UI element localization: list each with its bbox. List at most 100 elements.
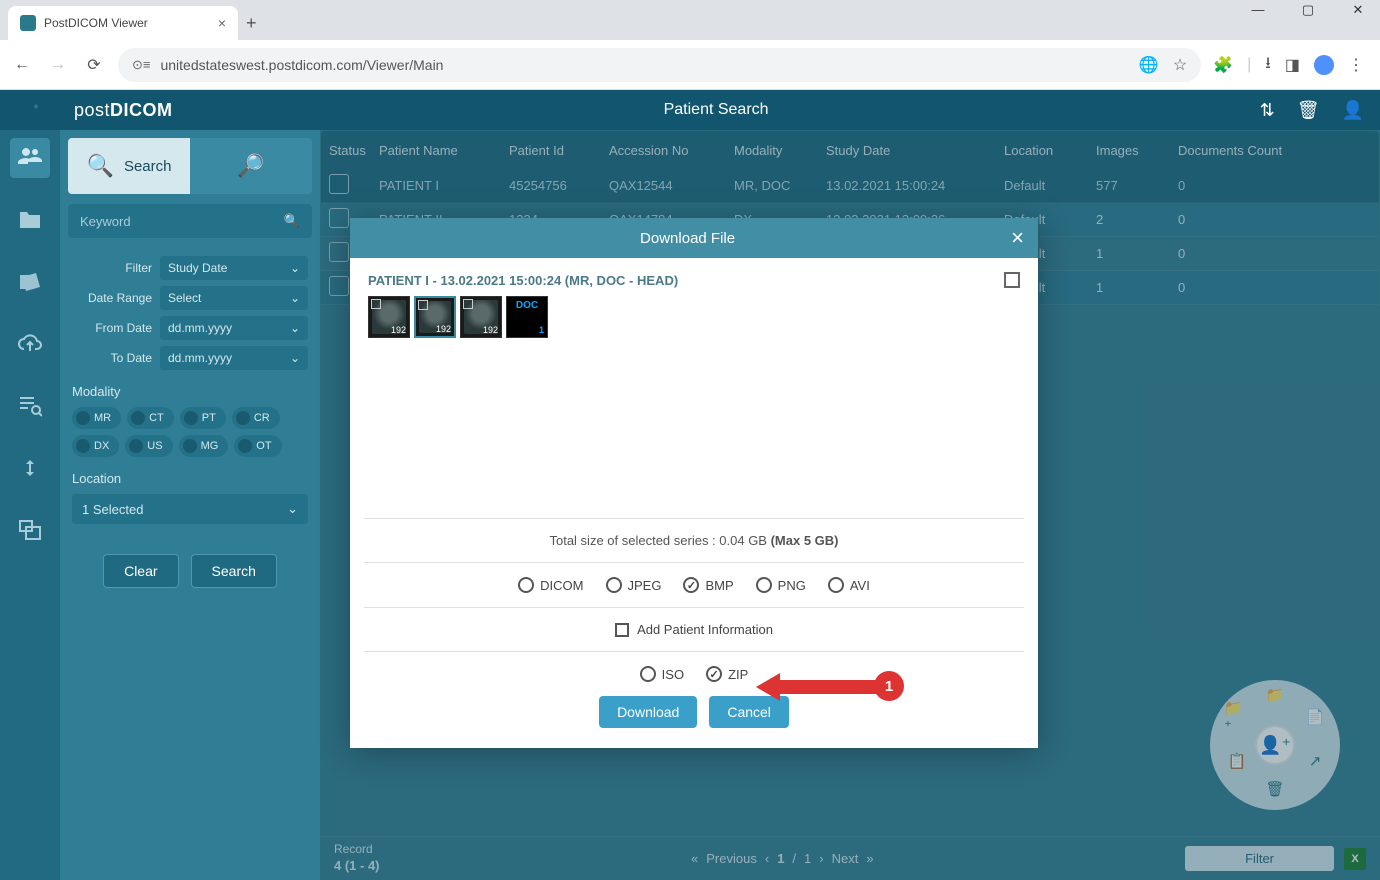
format-option-bmp[interactable]: BMP <box>683 577 733 593</box>
th-modality[interactable]: Modality <box>734 143 826 158</box>
profile-icon[interactable] <box>1314 55 1334 75</box>
user-icon[interactable]: 👤 <box>1342 100 1364 121</box>
th-patient-name[interactable]: Patient Name <box>379 143 509 158</box>
modality-pill-pt[interactable]: PT <box>180 407 226 429</box>
daterange-select[interactable]: Select ⌄ <box>160 286 308 310</box>
pager-prev-icon[interactable]: ‹ <box>765 851 769 866</box>
browser-tab[interactable]: PostDICOM Viewer × <box>8 6 238 40</box>
search-button[interactable]: Search <box>191 554 277 588</box>
page-total: 1 <box>804 851 811 866</box>
rail-folder-icon[interactable] <box>10 200 50 240</box>
tab-close-icon[interactable]: × <box>218 15 226 31</box>
site-info-icon[interactable]: ⊙≡ <box>132 57 150 73</box>
th-docs[interactable]: Documents Count <box>1178 143 1371 158</box>
series-thumbnail[interactable]: 192 <box>368 296 410 338</box>
radial-center-add-user-icon[interactable]: 👤⁺ <box>1255 725 1295 765</box>
radial-add-folder-icon[interactable]: 📁⁺ <box>1224 704 1250 730</box>
trash-icon[interactable]: 🗑 <box>1297 100 1320 121</box>
rail-screens-icon[interactable] <box>10 510 50 550</box>
add-patient-info-check[interactable]: Add Patient Information <box>368 622 1020 637</box>
cancel-button[interactable]: Cancel <box>709 696 789 728</box>
clear-button[interactable]: Clear <box>103 554 178 588</box>
table-row[interactable]: PATIENT I45254756QAX12544MR, DOC13.02.20… <box>321 169 1379 203</box>
pager-first-icon[interactable]: « <box>691 851 698 866</box>
format-options: DICOM JPEG BMP PNG AVI <box>368 577 1020 593</box>
maximize-button[interactable]: ▢ <box>1292 2 1324 18</box>
radial-document-icon[interactable]: 📄 <box>1302 704 1328 730</box>
todate-input[interactable]: dd.mm.yyyy ⌄ <box>160 346 308 370</box>
close-window-button[interactable]: ✕ <box>1342 2 1374 18</box>
rail-images-icon[interactable] <box>10 262 50 302</box>
status-icon <box>329 242 349 262</box>
translate-icon[interactable]: 🌐 <box>1139 55 1159 75</box>
keyword-input[interactable]: Keyword 🔍 <box>68 204 312 238</box>
reload-button[interactable]: ⟳ <box>82 55 106 75</box>
format-option-jpeg[interactable]: JPEG <box>606 577 662 593</box>
filter-select[interactable]: Study Date ⌄ <box>160 256 308 280</box>
series-header: PATIENT I - 13.02.2021 15:00:24 (MR, DOC… <box>368 272 1020 288</box>
rail-patients-icon[interactable] <box>10 138 50 178</box>
pager-next-icon[interactable]: › <box>819 851 823 866</box>
radial-trash-icon[interactable]: 🗑 <box>1262 776 1288 802</box>
sort-icon[interactable]: ⇅ <box>1260 100 1275 121</box>
bookmark-icon[interactable]: ☆ <box>1173 55 1187 75</box>
series-thumbnail[interactable]: 192 <box>414 296 456 338</box>
pager-prev[interactable]: Previous <box>706 851 757 866</box>
downloads-icon[interactable]: ⭳ <box>1265 52 1271 79</box>
th-study-date[interactable]: Study Date <box>826 143 1004 158</box>
extensions-icon[interactable]: 🧩 <box>1213 55 1233 75</box>
modality-pill-us[interactable]: US <box>125 435 172 457</box>
cell-images: 577 <box>1096 178 1178 193</box>
forward-button[interactable]: → <box>46 56 70 74</box>
th-patient-id[interactable]: Patient Id <box>509 143 609 158</box>
series-thumbnail[interactable]: 192 <box>460 296 502 338</box>
export-excel-icon[interactable]: X <box>1344 848 1366 870</box>
rail-list-search-icon[interactable] <box>10 386 50 426</box>
radial-folder-icon[interactable]: 📁 <box>1262 682 1288 708</box>
daterange-label: Date Range <box>72 291 152 305</box>
download-button[interactable]: Download <box>599 696 697 728</box>
th-images[interactable]: Images <box>1096 143 1178 158</box>
sidepanel-icon[interactable]: ◨ <box>1285 55 1300 75</box>
location-select[interactable]: 1 Selected ⌄ <box>72 494 308 524</box>
chevron-down-icon: ⌄ <box>287 501 298 517</box>
fromdate-input[interactable]: dd.mm.yyyy ⌄ <box>160 316 308 340</box>
archive-options: ISO ZIP <box>368 666 1020 682</box>
url-bar[interactable]: ⊙≡ unitedstateswest.postdicom.com/Viewer… <box>118 48 1201 82</box>
record-count: Record 4 (1 - 4) <box>334 842 380 874</box>
radial-report-icon[interactable]: 📋 <box>1224 748 1250 774</box>
series-thumbnail[interactable]: DOC1 <box>506 296 548 338</box>
modality-pill-ct[interactable]: CT <box>127 407 174 429</box>
modality-pill-mr[interactable]: MR <box>72 407 121 429</box>
search-tab-text[interactable]: 🔍 Search <box>68 138 190 194</box>
th-location[interactable]: Location <box>1004 143 1096 158</box>
search-tab-advanced[interactable]: 🔎 <box>190 138 312 194</box>
format-option-dicom[interactable]: DICOM <box>518 577 583 593</box>
th-status[interactable]: Status <box>329 143 379 158</box>
modality-pill-cr[interactable]: CR <box>232 407 280 429</box>
cell-docs: 0 <box>1178 212 1371 227</box>
tab-bar: PostDICOM Viewer × + — ▢ ✕ <box>0 0 1380 40</box>
series-checkbox[interactable] <box>1004 272 1020 288</box>
th-accession[interactable]: Accession No <box>609 143 734 158</box>
modality-pill-mg[interactable]: MG <box>179 435 229 457</box>
filter-button[interactable]: Filter <box>1185 846 1334 871</box>
menu-icon[interactable]: ⋮ <box>1348 55 1364 75</box>
modality-pill-dx[interactable]: DX <box>72 435 119 457</box>
modality-pill-ot[interactable]: OT <box>234 435 281 457</box>
radial-share-icon[interactable]: ↗ <box>1302 748 1328 774</box>
radio-icon <box>756 577 772 593</box>
format-option-png[interactable]: PNG <box>756 577 806 593</box>
archive-option-iso[interactable]: ISO <box>640 666 684 682</box>
minimize-button[interactable]: — <box>1242 2 1274 18</box>
format-option-avi[interactable]: AVI <box>828 577 870 593</box>
rail-sync-icon[interactable] <box>10 448 50 488</box>
pager-next[interactable]: Next <box>832 851 859 866</box>
archive-option-zip[interactable]: ZIP <box>706 666 748 682</box>
new-tab-button[interactable]: + <box>246 13 257 40</box>
back-button[interactable]: ← <box>10 56 34 74</box>
status-icon <box>329 276 349 296</box>
modal-close-icon[interactable]: × <box>1011 225 1024 251</box>
rail-upload-cloud-icon[interactable] <box>10 324 50 364</box>
pager-last-icon[interactable]: » <box>866 851 873 866</box>
